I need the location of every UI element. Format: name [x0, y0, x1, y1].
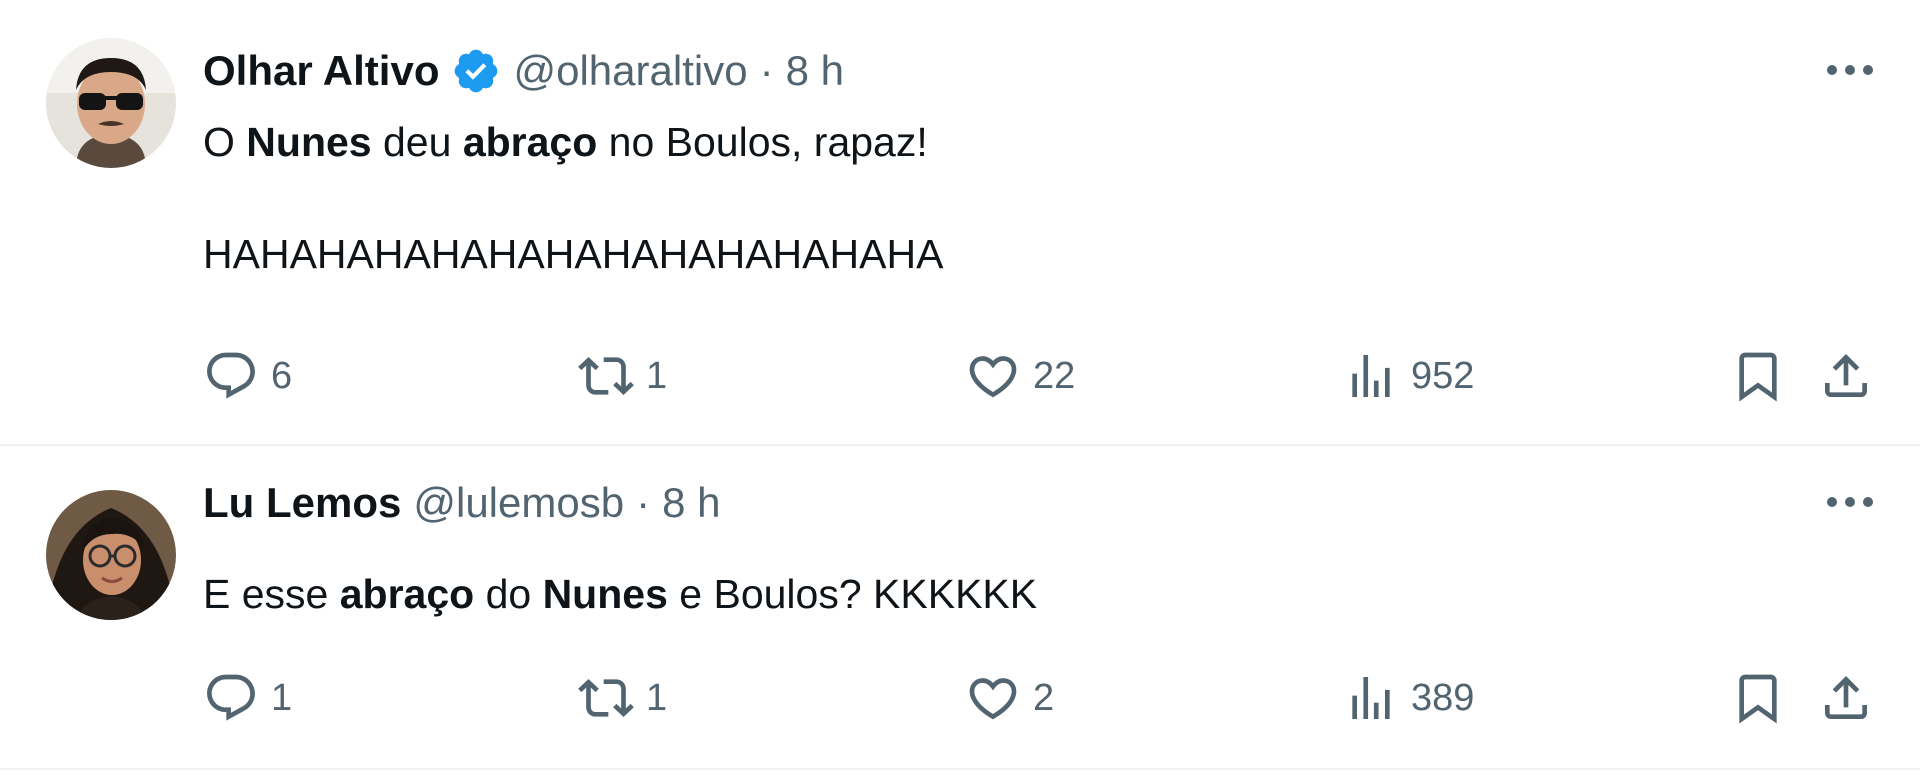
like-count: 2 — [1033, 676, 1055, 719]
views-button[interactable]: 389 — [1343, 668, 1474, 728]
tweet[interactable]: Lu Lemos @lulemosb · 8 h E esse abraço d… — [0, 448, 1920, 770]
text-segment: E esse — [203, 571, 340, 617]
text-segment: e Boulos? KKKKKK — [667, 571, 1038, 617]
repost-button[interactable]: 1 — [578, 668, 667, 728]
avatar[interactable] — [46, 490, 176, 620]
views-chart-icon — [1352, 355, 1390, 397]
repost-button[interactable]: 1 — [578, 346, 667, 406]
tweet[interactable]: Olhar Altivo @olharaltivo · 8 h O Nunes … — [0, 0, 1920, 446]
views-count: 952 — [1411, 354, 1475, 397]
share-icon — [1825, 354, 1867, 397]
author-handle[interactable]: @lulemosb — [413, 479, 624, 527]
highlighted-term: abraço — [339, 571, 475, 617]
bookmark-icon — [1739, 352, 1777, 402]
bookmark-icon — [1739, 674, 1777, 724]
tweet-text: O Nunes deu abraço no Boulos, rapaz! HAH… — [203, 114, 943, 282]
timeline-feed: Olhar Altivo @olharaltivo · 8 h O Nunes … — [0, 0, 1920, 775]
tweet-text-line: E esse abraço do Nunes e Boulos? KKKKKK — [203, 566, 1037, 622]
text-segment: O — [203, 119, 247, 165]
heart-icon — [969, 356, 1017, 398]
highlighted-term: abraço — [462, 119, 598, 165]
reply-count: 6 — [271, 354, 293, 397]
more-options-button[interactable] — [1820, 50, 1880, 90]
reply-button[interactable]: 6 — [203, 346, 292, 406]
views-button[interactable]: 952 — [1343, 346, 1474, 406]
like-count: 22 — [1033, 354, 1076, 397]
tweet-text: E esse abraço do Nunes e Boulos? KKKKKK — [203, 566, 1037, 622]
repost-icon — [578, 679, 634, 717]
highlighted-term: Nunes — [246, 119, 372, 165]
highlighted-term: Nunes — [542, 571, 668, 617]
bookmark-button[interactable] — [1730, 668, 1786, 728]
text-segment: no Boulos, rapaz! — [597, 119, 928, 165]
reply-icon — [207, 352, 255, 399]
tweet-header: Lu Lemos @lulemosb · 8 h — [203, 478, 720, 528]
author-name[interactable]: Lu Lemos — [203, 479, 401, 527]
separator-dot: · — [759, 47, 774, 94]
views-chart-icon — [1352, 677, 1390, 719]
author-name[interactable]: Olhar Altivo — [203, 47, 439, 95]
share-icon — [1825, 676, 1867, 719]
share-button[interactable] — [1818, 668, 1874, 728]
reply-icon — [207, 674, 255, 721]
heart-icon — [969, 678, 1017, 720]
tweet-text-line: O Nunes deu abraço no Boulos, rapaz! — [203, 114, 943, 170]
verified-badge-icon — [451, 46, 501, 96]
reply-count: 1 — [271, 676, 293, 719]
bookmark-button[interactable] — [1730, 346, 1786, 406]
timestamp[interactable]: 8 h — [786, 47, 844, 95]
more-options-button[interactable] — [1820, 482, 1880, 522]
text-segment: deu — [371, 119, 463, 165]
author-handle[interactable]: @olharaltivo — [513, 47, 747, 95]
tweet-actions: 6 1 22 952 — [203, 346, 1883, 406]
separator-dot: · — [636, 479, 651, 526]
tweet-header: Olhar Altivo @olharaltivo · 8 h — [203, 46, 844, 96]
views-count: 389 — [1411, 676, 1475, 719]
repost-count: 1 — [646, 676, 668, 719]
tweet-text-line: HAHAHAHAHAHAHAHAHAHAHAHAHA — [203, 226, 943, 282]
timestamp[interactable]: 8 h — [662, 479, 720, 527]
repost-icon — [578, 357, 634, 395]
repost-count: 1 — [646, 354, 668, 397]
tweet-text-line — [203, 170, 943, 226]
like-button[interactable]: 22 — [965, 346, 1075, 406]
more-horizontal-icon — [1827, 497, 1873, 507]
reply-button[interactable]: 1 — [203, 668, 292, 728]
more-horizontal-icon — [1827, 65, 1873, 75]
avatar[interactable] — [46, 38, 176, 168]
share-button[interactable] — [1818, 346, 1874, 406]
like-button[interactable]: 2 — [965, 668, 1054, 728]
text-segment: HAHAHAHAHAHAHAHAHAHAHAHAHA — [203, 231, 944, 277]
text-segment: do — [474, 571, 543, 617]
tweet-actions: 1 1 2 389 — [203, 668, 1883, 728]
